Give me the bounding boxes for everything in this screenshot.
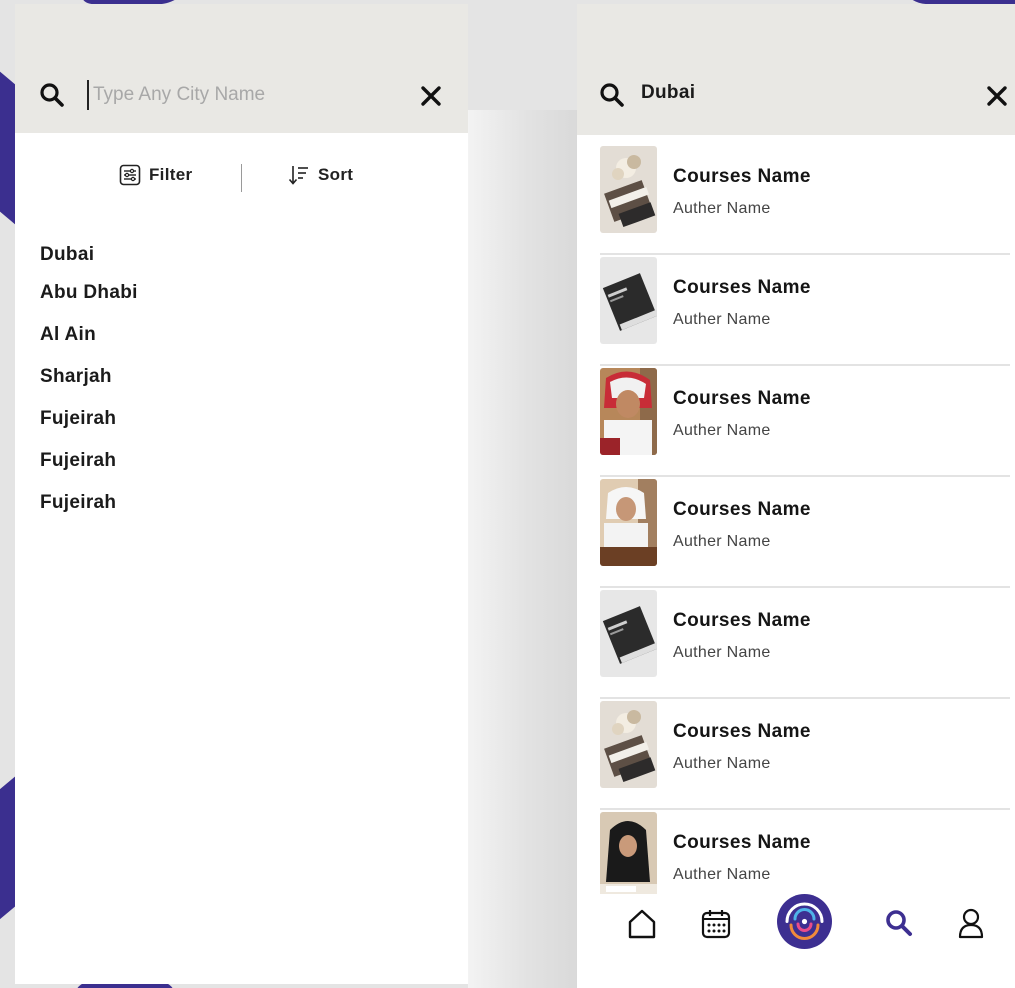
course-thumbnail (600, 479, 657, 566)
search-query[interactable]: Dubai (641, 82, 695, 104)
course-title: Courses Name (673, 166, 811, 187)
search-icon[interactable] (884, 908, 914, 938)
filter-icon (119, 164, 141, 186)
app-logo-icon (778, 895, 831, 948)
course-thumbnail (600, 701, 657, 788)
course-thumbnail (600, 812, 657, 899)
city-item[interactable]: Abu Dhabi (40, 282, 138, 324)
course-item[interactable]: Courses Name Auther Name (600, 588, 1010, 699)
course-author: Auther Name (673, 755, 771, 772)
search-header (15, 4, 468, 133)
course-author: Auther Name (673, 422, 771, 439)
sort-label: Sort (318, 165, 354, 184)
course-author: Auther Name (673, 311, 771, 328)
search-header: Dubai (577, 4, 1015, 135)
course-author: Auther Name (673, 533, 771, 550)
course-thumbnail (600, 257, 657, 344)
course-results-screen: Dubai Courses Name Auther Name Courses N… (577, 4, 1015, 988)
city-item[interactable]: Dubai (40, 244, 138, 282)
search-icon (40, 83, 64, 107)
app-logo-button[interactable] (777, 894, 832, 949)
course-title: Courses Name (673, 721, 811, 742)
course-results-list: Courses Name Auther Name Courses Name Au… (600, 144, 1010, 921)
city-search-screen: Filter Sort Dubai Abu Dhabi Al Ain Sharj… (15, 4, 468, 984)
course-item[interactable]: Courses Name Auther Name (600, 366, 1010, 477)
sort-icon (288, 166, 308, 185)
city-item[interactable]: Fujeirah (40, 492, 138, 534)
course-item[interactable]: Courses Name Auther Name (600, 699, 1010, 810)
course-author: Auther Name (673, 866, 771, 883)
course-author: Auther Name (673, 644, 771, 661)
bottom-navigation (577, 894, 1015, 988)
course-thumbnail (600, 146, 657, 233)
city-search-input[interactable] (87, 80, 387, 110)
calendar-icon[interactable] (701, 908, 731, 940)
course-title: Courses Name (673, 388, 811, 409)
city-item[interactable]: Fujeirah (40, 408, 138, 450)
course-title: Courses Name (673, 610, 811, 631)
course-thumbnail (600, 590, 657, 677)
panel-shadow (468, 110, 578, 988)
filter-button[interactable]: Filter (119, 164, 192, 186)
toolbar-divider (241, 164, 242, 192)
decor-shape (0, 54, 16, 226)
home-icon[interactable] (626, 908, 658, 940)
course-author: Auther Name (673, 200, 771, 217)
close-icon[interactable] (985, 84, 1009, 108)
city-item[interactable]: Fujeirah (40, 450, 138, 492)
course-item[interactable]: Courses Name Auther Name (600, 144, 1010, 255)
sort-button[interactable]: Sort (288, 164, 353, 186)
city-item[interactable]: Al Ain (40, 324, 138, 366)
city-list: Dubai Abu Dhabi Al Ain Sharjah Fujeirah … (40, 244, 138, 534)
profile-icon[interactable] (957, 908, 985, 940)
course-title: Courses Name (673, 832, 811, 853)
decor-shape (0, 775, 16, 935)
course-item[interactable]: Courses Name Auther Name (600, 477, 1010, 588)
course-title: Courses Name (673, 277, 811, 298)
course-title: Courses Name (673, 499, 811, 520)
filter-label: Filter (149, 165, 193, 184)
city-item[interactable]: Sharjah (40, 366, 138, 408)
course-thumbnail (600, 368, 657, 455)
screenshot-stage: Filter Sort Dubai Abu Dhabi Al Ain Sharj… (0, 0, 1015, 988)
course-item[interactable]: Courses Name Auther Name (600, 255, 1010, 366)
search-icon (600, 83, 624, 107)
close-icon[interactable] (419, 84, 443, 108)
filter-sort-toolbar: Filter Sort (15, 162, 468, 196)
